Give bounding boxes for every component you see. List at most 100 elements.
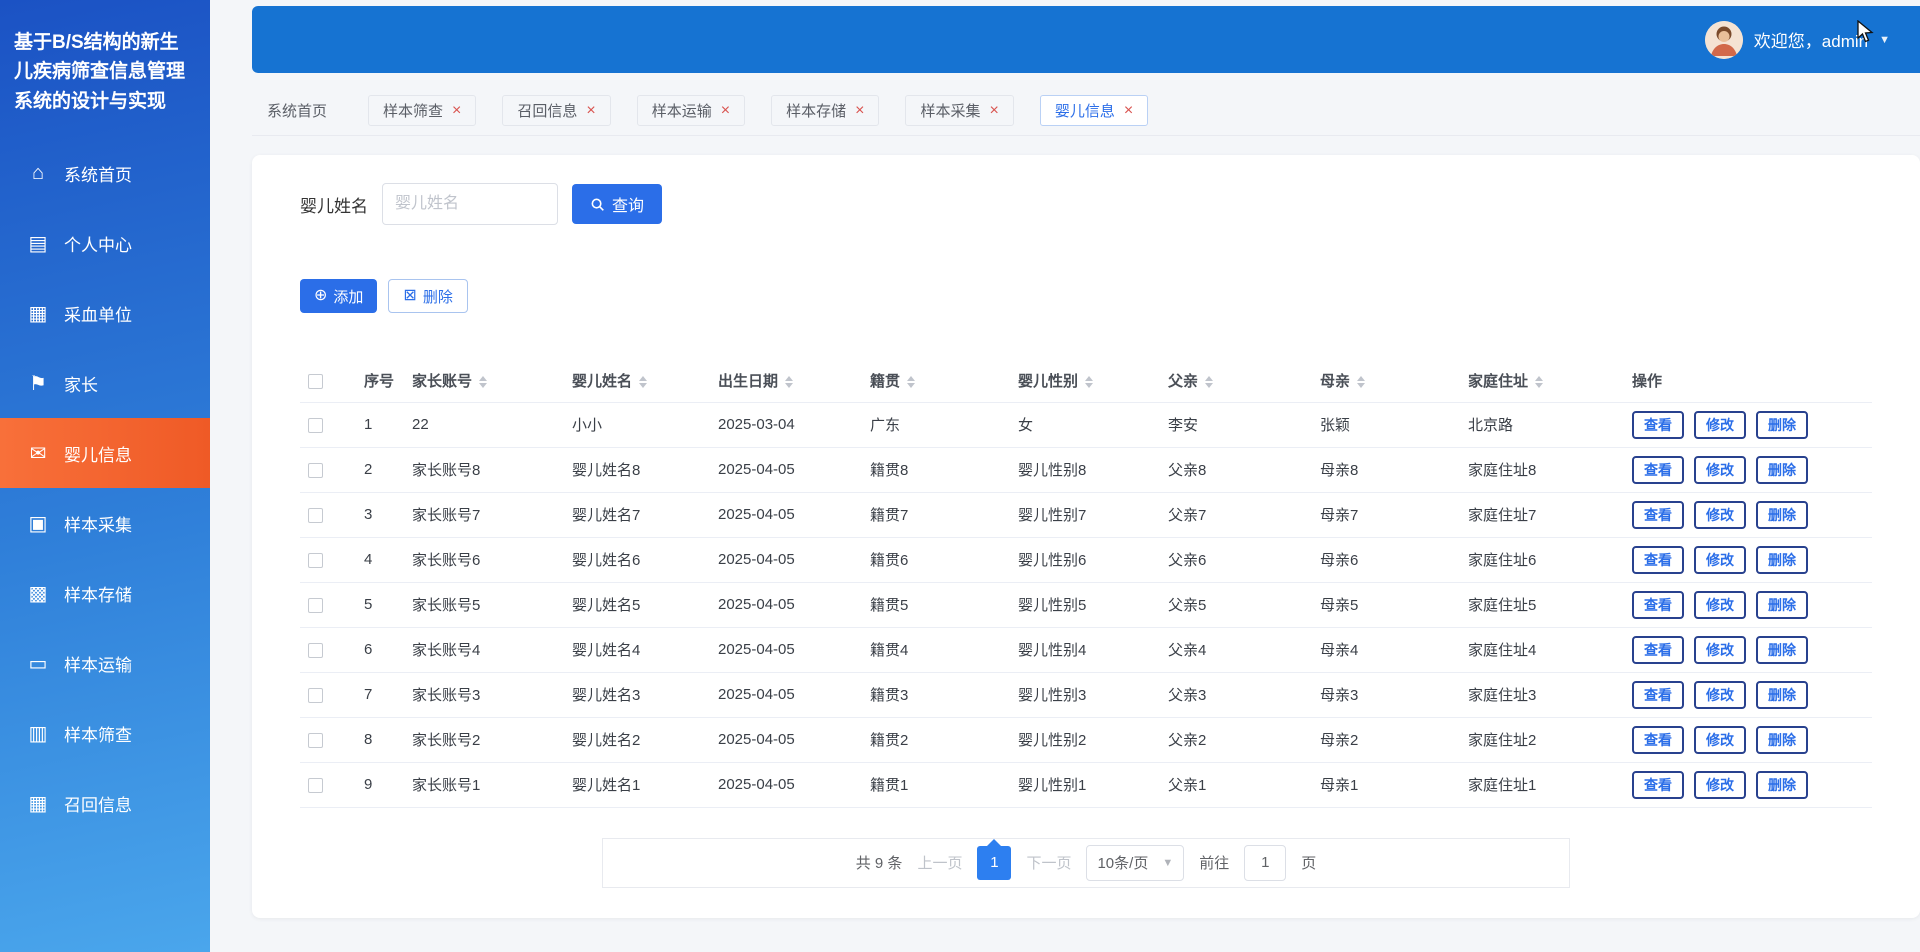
- user-menu[interactable]: 欢迎您，admin ▼: [1705, 21, 1890, 59]
- row-checkbox[interactable]: [308, 733, 323, 748]
- prev-page-button[interactable]: 上一页: [917, 852, 962, 873]
- sidebar-item-recall[interactable]: ▦召回信息: [0, 768, 210, 838]
- column-header-label: 婴儿性别: [1018, 373, 1078, 390]
- sidebar-item-sample-collect[interactable]: ▣样本采集: [0, 488, 210, 558]
- sort-caret-icon[interactable]: [1535, 376, 1543, 388]
- column-header[interactable]: 家庭住址: [1460, 360, 1624, 402]
- row-checkbox[interactable]: [308, 778, 323, 793]
- edit-button[interactable]: 修改: [1694, 636, 1746, 664]
- delete-button[interactable]: 删除: [1756, 411, 1808, 439]
- view-button[interactable]: 查看: [1632, 546, 1684, 574]
- next-page-button[interactable]: 下一页: [1026, 852, 1071, 873]
- delete-button[interactable]: 删除: [1756, 501, 1808, 529]
- close-icon[interactable]: ×: [855, 103, 864, 119]
- delete-button[interactable]: ⊠ 删除: [388, 279, 467, 313]
- column-header[interactable]: 籍贯: [862, 360, 1010, 402]
- query-button[interactable]: 查询: [572, 184, 662, 224]
- sidebar-item-home[interactable]: ⌂系统首页: [0, 138, 210, 208]
- sidebar-item-sample-screen[interactable]: ▥样本筛查: [0, 698, 210, 768]
- view-button[interactable]: 查看: [1632, 501, 1684, 529]
- table-cell: 家庭住址3: [1460, 672, 1624, 717]
- delete-button[interactable]: 删除: [1756, 771, 1808, 799]
- view-button[interactable]: 查看: [1632, 591, 1684, 619]
- tab-sample-screen[interactable]: 样本筛查×: [368, 95, 476, 126]
- row-checkbox-cell: [300, 402, 356, 447]
- edit-button[interactable]: 修改: [1694, 726, 1746, 754]
- row-checkbox[interactable]: [308, 598, 323, 613]
- delete-button[interactable]: 删除: [1756, 726, 1808, 754]
- row-checkbox[interactable]: [308, 688, 323, 703]
- table-cell: 家长账号4: [404, 627, 564, 672]
- delete-button[interactable]: 删除: [1756, 456, 1808, 484]
- sidebar-item-baby-info[interactable]: ✉婴儿信息: [0, 418, 210, 488]
- add-button[interactable]: ⊕ 添加: [300, 279, 377, 313]
- sort-caret-icon[interactable]: [639, 376, 647, 388]
- view-button[interactable]: 查看: [1632, 456, 1684, 484]
- table-cell: 2025-03-04: [710, 402, 862, 447]
- tab-recall[interactable]: 召回信息×: [502, 95, 610, 126]
- edit-button[interactable]: 修改: [1694, 681, 1746, 709]
- topbar: 欢迎您，admin ▼: [252, 6, 1920, 73]
- close-icon[interactable]: ×: [586, 103, 595, 119]
- row-checkbox-cell: [300, 717, 356, 762]
- sidebar-item-blood-unit[interactable]: ▦采血单位: [0, 278, 210, 348]
- row-checkbox-cell: [300, 492, 356, 537]
- tab-sample-storage[interactable]: 样本存储×: [771, 95, 879, 126]
- tab-sample-transport[interactable]: 样本运输×: [637, 95, 745, 126]
- column-header[interactable]: 父亲: [1160, 360, 1312, 402]
- sort-caret-icon[interactable]: [1205, 376, 1213, 388]
- view-button[interactable]: 查看: [1632, 411, 1684, 439]
- table-cell: 4: [356, 537, 404, 582]
- sort-caret-icon[interactable]: [785, 376, 793, 388]
- recall-info-icon: ▦: [26, 791, 50, 816]
- column-header[interactable]: 家长账号: [404, 360, 564, 402]
- edit-button[interactable]: 修改: [1694, 411, 1746, 439]
- select-all-checkbox[interactable]: [308, 374, 323, 389]
- column-header[interactable]: 出生日期: [710, 360, 862, 402]
- row-checkbox[interactable]: [308, 643, 323, 658]
- close-icon[interactable]: ×: [989, 103, 998, 119]
- close-icon[interactable]: ×: [1124, 103, 1133, 119]
- sidebar-item-parents[interactable]: ⚑家长: [0, 348, 210, 418]
- sidebar-item-sample-storage[interactable]: ▩样本存储: [0, 558, 210, 628]
- column-header[interactable]: 婴儿姓名: [564, 360, 710, 402]
- delete-button[interactable]: 删除: [1756, 636, 1808, 664]
- tab-home[interactable]: 系统首页: [252, 95, 342, 126]
- baby-name-search-input[interactable]: [382, 183, 558, 225]
- row-checkbox[interactable]: [308, 508, 323, 523]
- edit-button[interactable]: 修改: [1694, 771, 1746, 799]
- delete-button[interactable]: 删除: [1756, 681, 1808, 709]
- delete-button[interactable]: 删除: [1756, 546, 1808, 574]
- sort-caret-icon[interactable]: [1085, 376, 1093, 388]
- page-size-select[interactable]: 10条/页 ▼: [1086, 845, 1184, 881]
- view-button[interactable]: 查看: [1632, 681, 1684, 709]
- row-actions-cell: 查看修改删除: [1624, 672, 1872, 717]
- current-page-button[interactable]: 1: [977, 846, 1011, 880]
- sidebar-item-sample-transport[interactable]: ▭样本运输: [0, 628, 210, 698]
- column-header[interactable]: 婴儿性别: [1010, 360, 1160, 402]
- row-checkbox[interactable]: [308, 463, 323, 478]
- table-row: 7家长账号3婴儿姓名32025-04-05籍贯3婴儿性别3父亲3母亲3家庭住址3…: [300, 672, 1872, 717]
- goto-page-input[interactable]: [1244, 845, 1286, 881]
- delete-button-label: 删除: [423, 286, 453, 307]
- sort-caret-icon[interactable]: [1357, 376, 1365, 388]
- edit-button[interactable]: 修改: [1694, 546, 1746, 574]
- sort-caret-icon[interactable]: [479, 376, 487, 388]
- view-button[interactable]: 查看: [1632, 636, 1684, 664]
- view-button[interactable]: 查看: [1632, 726, 1684, 754]
- sort-caret-icon[interactable]: [907, 376, 915, 388]
- row-checkbox[interactable]: [308, 418, 323, 433]
- close-icon[interactable]: ×: [721, 103, 730, 119]
- close-icon[interactable]: ×: [452, 103, 461, 119]
- view-button[interactable]: 查看: [1632, 771, 1684, 799]
- edit-button[interactable]: 修改: [1694, 456, 1746, 484]
- edit-button[interactable]: 修改: [1694, 501, 1746, 529]
- row-checkbox[interactable]: [308, 553, 323, 568]
- sidebar-item-profile[interactable]: ▤个人中心: [0, 208, 210, 278]
- table-cell: 2025-04-05: [710, 582, 862, 627]
- delete-button[interactable]: 删除: [1756, 591, 1808, 619]
- edit-button[interactable]: 修改: [1694, 591, 1746, 619]
- column-header[interactable]: 母亲: [1312, 360, 1460, 402]
- tab-baby-info[interactable]: 婴儿信息×: [1040, 95, 1148, 126]
- tab-sample-collect[interactable]: 样本采集×: [905, 95, 1013, 126]
